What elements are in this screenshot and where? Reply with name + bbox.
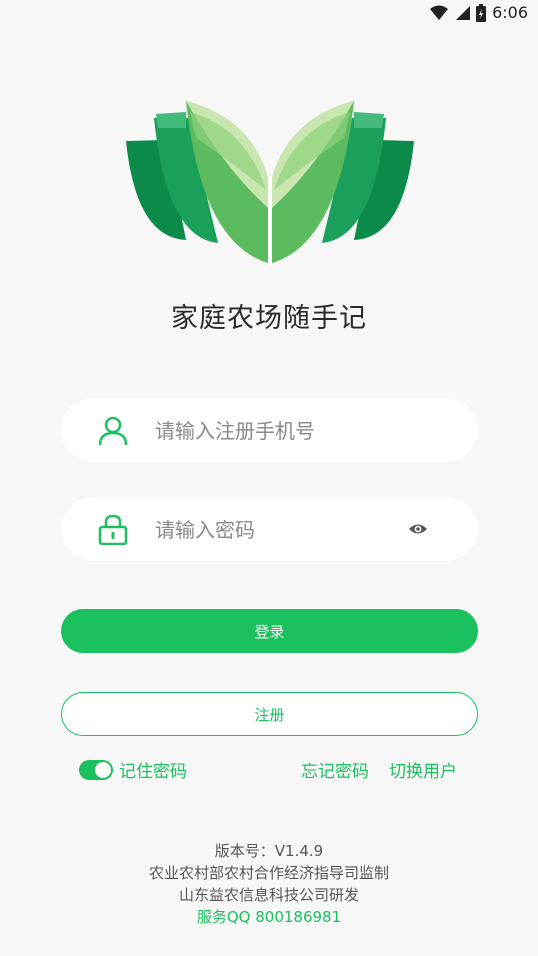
password-input[interactable] <box>153 509 407 551</box>
eye-icon[interactable] <box>408 519 428 539</box>
register-button[interactable]: 注册 <box>61 692 478 736</box>
lock-icon <box>98 514 128 545</box>
toggle-knob <box>95 761 111 778</box>
supervisor-text: 农业农村部农村合作经济指导司监制 <box>148 864 389 882</box>
version-text: 版本号：V1.4.9 <box>214 842 324 860</box>
phone-field[interactable] <box>61 398 478 462</box>
switch-user-link[interactable]: 切换用户 <box>389 757 457 782</box>
book-leaf-logo <box>126 101 414 266</box>
signal-icon <box>456 5 471 20</box>
remember-password[interactable]: 记住密码 <box>79 757 187 782</box>
service-qq-link[interactable]: 服务QQ 800186981 <box>0 906 538 928</box>
footer: 版本号：V1.4.9 农业农村部农村合作经济指导司监制 山东益农信息科技公司研发… <box>0 840 538 928</box>
remember-label[interactable]: 记住密码 <box>119 757 187 782</box>
developer-text: 山东益农信息科技公司研发 <box>178 886 359 904</box>
password-field[interactable] <box>61 497 478 561</box>
user-icon <box>98 416 128 446</box>
phone-input[interactable] <box>153 410 407 452</box>
login-button[interactable]: 登录 <box>61 609 478 653</box>
remember-toggle[interactable] <box>79 759 113 780</box>
status-bar: 6:06 <box>0 0 538 28</box>
status-time: 6:06 <box>492 3 528 22</box>
app-title: 家庭农场随手记 <box>171 303 367 334</box>
battery-icon <box>476 3 487 22</box>
forgot-password-link[interactable]: 忘记密码 <box>301 757 369 782</box>
status-icons: 6:06 <box>430 3 528 22</box>
wifi-icon <box>430 5 449 20</box>
